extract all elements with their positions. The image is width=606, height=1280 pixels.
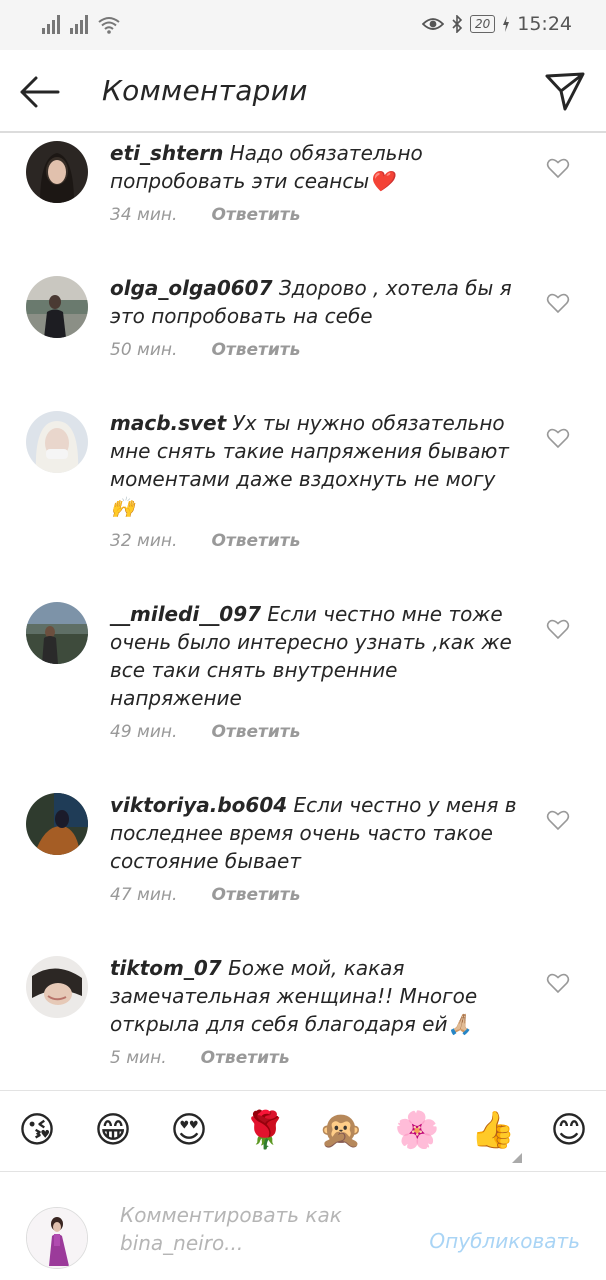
emoji-grin-button[interactable]: 😁: [88, 1109, 138, 1153]
comment-time: 32 мин.: [110, 531, 178, 551]
avatar[interactable]: [26, 956, 88, 1018]
emoji-variants-indicator: [512, 1153, 522, 1163]
comment-composer: Комментировать как bina_neiro... Опублик…: [0, 1173, 606, 1280]
avatar[interactable]: [26, 1207, 88, 1269]
comment-text-block: __miledi__097 Если честно мне тоже очень…: [110, 600, 520, 712]
page-title: Комментарии: [102, 74, 308, 107]
eye-icon: [421, 18, 444, 30]
comment-text-block: tiktom_07 Боже мой, какая замечательная …: [110, 954, 520, 1038]
emoji-monkey-button[interactable]: 🙊: [316, 1109, 366, 1153]
comment-list[interactable]: eti_shtern Надо обязательно попробовать …: [0, 135, 606, 1090]
reply-button[interactable]: Ответить: [211, 885, 300, 905]
reply-button[interactable]: Ответить: [211, 722, 300, 742]
comment-meta: 34 мин. Ответить: [110, 205, 300, 225]
status-left: [42, 14, 120, 34]
comment-meta: 49 мин. Ответить: [110, 722, 300, 742]
comment-username[interactable]: macb.svet: [110, 411, 226, 435]
comment-username[interactable]: __miledi__097: [110, 602, 261, 626]
battery-indicator: 20: [469, 15, 496, 33]
status-bar: 20 15:24: [0, 0, 606, 50]
bluetooth-icon: [452, 15, 463, 33]
emoji-heart-eyes-button[interactable]: 😍: [164, 1109, 214, 1153]
comment-time: 34 мин.: [110, 205, 178, 225]
like-heart-icon[interactable]: [546, 292, 570, 314]
emoji-kiss-button[interactable]: 😘: [12, 1109, 62, 1153]
emoji-rose-button[interactable]: 🌹: [240, 1109, 290, 1153]
status-right: 20 15:24: [421, 13, 572, 35]
reply-button[interactable]: Ответить: [211, 205, 300, 225]
comment-time: 47 мин.: [110, 885, 178, 905]
post-button[interactable]: Опубликовать: [429, 1229, 580, 1253]
reply-button[interactable]: Ответить: [211, 340, 300, 360]
avatar[interactable]: [26, 276, 88, 338]
back-arrow-icon[interactable]: [18, 70, 62, 114]
comment-meta: 32 мин. Ответить: [110, 531, 300, 551]
like-heart-icon[interactable]: [546, 972, 570, 994]
comment-text-block: olga_olga0607 Здорово , хотела бы я это …: [110, 274, 520, 330]
comment-meta: 47 мин. Ответить: [110, 885, 300, 905]
reply-button[interactable]: Ответить: [201, 1048, 290, 1068]
avatar[interactable]: [26, 793, 88, 855]
comment-username[interactable]: tiktom_07: [110, 956, 222, 980]
signal-icon: [42, 14, 60, 34]
charging-icon: [503, 16, 510, 32]
reply-button[interactable]: Ответить: [211, 531, 300, 551]
wifi-icon: [98, 17, 120, 34]
comment-input[interactable]: Комментировать как bina_neiro...: [120, 1201, 410, 1257]
comment-text-block: macb.svet Ух ты нужно обязательно мне сн…: [110, 409, 520, 521]
like-heart-icon[interactable]: [546, 809, 570, 831]
avatar[interactable]: [26, 602, 88, 664]
emoji-quick-bar: 😘 😁 😍 🌹 🙊 🌸 👍 😊: [0, 1090, 606, 1172]
like-heart-icon[interactable]: [546, 618, 570, 640]
emoji-smile-button[interactable]: 😊: [544, 1109, 594, 1153]
clock: 15:24: [517, 13, 572, 35]
avatar[interactable]: [26, 141, 88, 203]
comment-username[interactable]: eti_shtern: [110, 141, 223, 165]
comment-time: 49 мин.: [110, 722, 178, 742]
comment-username[interactable]: olga_olga0607: [110, 276, 272, 300]
emoji-thumbs-up-button[interactable]: 👍: [468, 1109, 518, 1153]
emoji-blossom-button[interactable]: 🌸: [392, 1109, 442, 1153]
header: Комментарии: [0, 50, 606, 133]
comment-meta: 50 мин. Ответить: [110, 340, 300, 360]
comment-text-block: eti_shtern Надо обязательно попробовать …: [110, 139, 520, 195]
comment-username[interactable]: viktoriya.bo604: [110, 793, 287, 817]
like-heart-icon[interactable]: [546, 427, 570, 449]
comment-text-block: viktoriya.bo604 Если честно у меня в пос…: [110, 791, 520, 875]
comment-time: 5 мин.: [110, 1048, 167, 1068]
direct-send-icon[interactable]: [544, 70, 586, 112]
signal-icon: [70, 14, 88, 34]
avatar[interactable]: [26, 411, 88, 473]
like-heart-icon[interactable]: [546, 157, 570, 179]
comment-time: 50 мин.: [110, 340, 178, 360]
comment-meta: 5 мин. Ответить: [110, 1048, 290, 1068]
